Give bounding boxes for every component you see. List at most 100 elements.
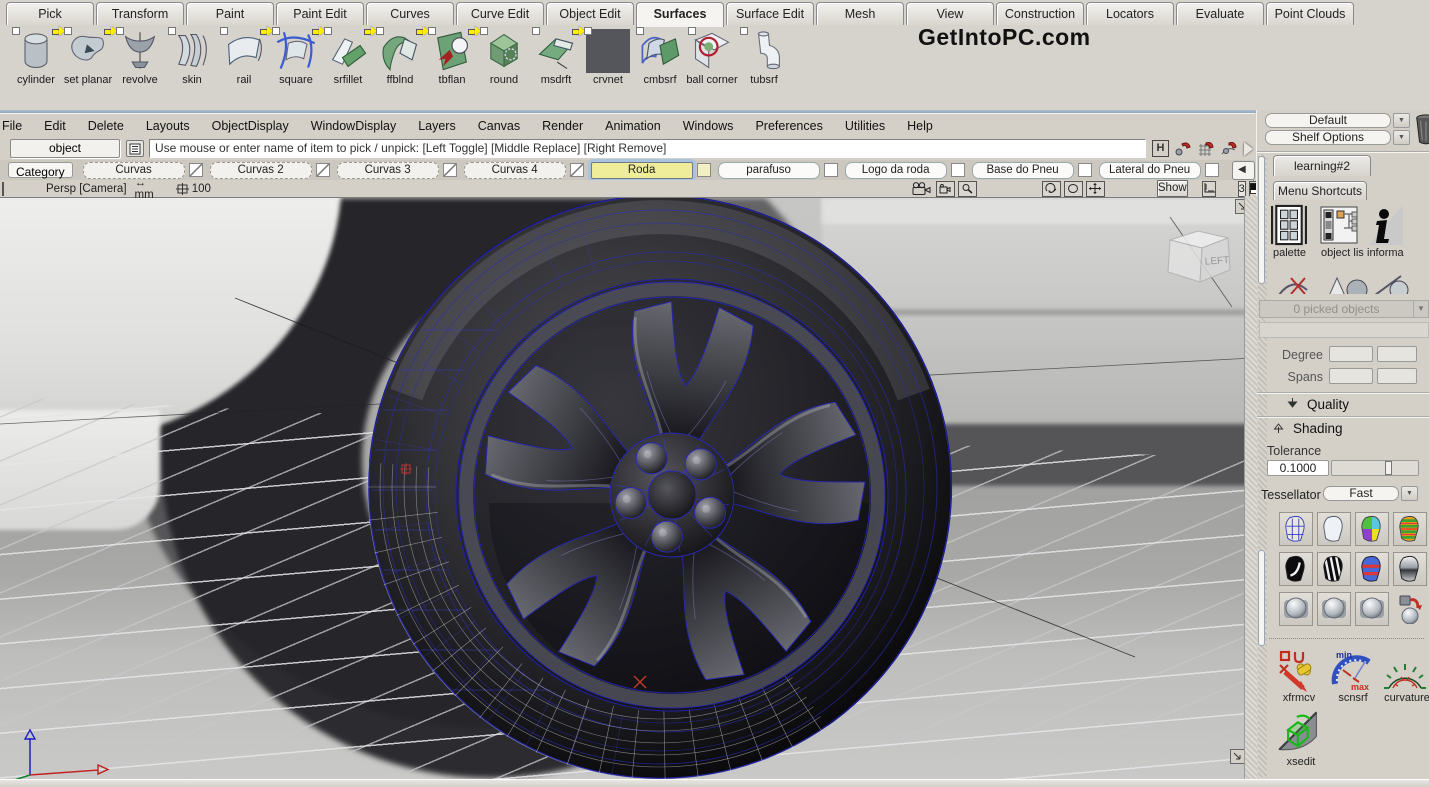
tool-ffblnd[interactable]: ffblnd [374,27,426,107]
menu-layouts[interactable]: Layouts [135,119,201,133]
option-box[interactable] [168,27,176,35]
menu-help[interactable]: Help [896,119,944,133]
xsedit-tool[interactable]: xsedit [1275,706,1327,768]
view-cube[interactable]: LEFT [1158,222,1240,290]
shade-white-button[interactable] [1317,512,1351,546]
option-box[interactable] [324,27,332,35]
menu-shortcuts-tab[interactable]: Menu Shortcuts [1273,181,1367,200]
curvature-tool[interactable]: curvature [1383,648,1429,704]
tool-cmbsrf[interactable]: cmbsrf [634,27,686,107]
curve-magnet-icon[interactable] [1220,141,1238,157]
trash-icon[interactable] [1413,112,1429,146]
spray-render-button[interactable] [1393,592,1427,626]
tool-msdrft[interactable]: msdrft [530,27,582,107]
menu-render[interactable]: Render [531,119,594,133]
quality-header[interactable]: Quality [1307,397,1349,412]
shelf-tab-pick[interactable]: Pick [6,2,94,25]
tolerance-input[interactable]: 0.1000 [1267,460,1329,476]
option-box[interactable] [116,27,124,35]
menu-animation[interactable]: Animation [594,119,672,133]
shelf-tab-mesh[interactable]: Mesh [816,2,904,25]
degree-input-1[interactable] [1329,346,1373,362]
tool-ball-corner[interactable]: ball corner [686,27,738,107]
wheel-model[interactable] [360,198,960,779]
viewport-resize-icon[interactable] [1230,749,1245,764]
camera-lock-icon[interactable] [936,181,955,197]
option-box[interactable] [12,27,20,35]
menu-delete[interactable]: Delete [77,119,135,133]
option-box[interactable] [480,27,488,35]
option-box[interactable] [740,27,748,35]
tool-cylinder[interactable]: cylinder [10,27,62,107]
layer-curvas-4[interactable]: Curvas 4 [464,162,566,179]
shade-zebra-button[interactable] [1317,552,1351,586]
expand-arrow-icon[interactable] [1273,422,1284,433]
xfrmcv-tool[interactable]: xfrmcv [1275,648,1323,704]
shade-black-button[interactable] [1279,552,1313,586]
shelf-options-arrow[interactable]: ▼ [1393,130,1410,145]
tool-set-planar[interactable]: set planar [62,27,114,107]
collapse-arrow-icon[interactable] [1287,398,1298,409]
layer-scroll-buttons[interactable]: ◀ ▶ [1232,161,1255,180]
layer-roda-selected[interactable]: Roda [591,162,693,179]
shade-sphere-button-2[interactable] [1317,592,1351,626]
menu-preferences[interactable]: Preferences [744,119,833,133]
layer-toggle-icon[interactable] [570,163,584,177]
shelf-tab-paint-edit[interactable]: Paint Edit [276,2,364,25]
tolerance-slider-thumb[interactable] [1385,461,1392,475]
category-button[interactable]: Category [8,162,73,178]
menu-layers[interactable]: Layers [407,119,467,133]
shelf-tab-paint[interactable]: Paint [186,2,274,25]
shelf-options-select[interactable]: Shelf Options [1265,130,1391,145]
tool-square[interactable]: square [270,27,322,107]
tool-rail[interactable]: rail [218,27,270,107]
option-box[interactable] [272,27,280,35]
option-box[interactable] [428,27,436,35]
menu-file[interactable]: File [0,119,33,133]
shelf-tab-construction[interactable]: Construction [996,2,1084,25]
shelf-tab-curve-edit[interactable]: Curve Edit [456,2,544,25]
twist-icon[interactable] [1042,181,1061,197]
shade-wireframe-button[interactable] [1279,512,1313,546]
shade-patches-button[interactable] [1355,512,1389,546]
palette-item[interactable]: palette [1271,203,1311,259]
layer-curvas-3[interactable]: Curvas 3 [337,162,439,179]
picked-objects-field[interactable]: 0 picked objects [1259,300,1413,318]
layer-logo-da-roda[interactable]: Logo da roda [845,162,947,179]
layer-lateral-do-pneu[interactable]: Lateral do Pneu [1099,162,1201,179]
zoom-icon[interactable] [958,181,977,197]
look-at-icon[interactable] [1064,181,1083,197]
degree-input-2[interactable] [1377,346,1417,362]
shelf-tab-evaluate[interactable]: Evaluate [1176,2,1264,25]
option-box[interactable] [584,27,592,35]
shelf-tab-curves[interactable]: Curves [366,2,454,25]
grid-magnet-icon[interactable] [1197,141,1215,157]
option-box[interactable] [64,27,72,35]
camera-icon[interactable] [911,182,933,196]
history-icon[interactable]: H [1152,140,1169,157]
layer-toggle-icon[interactable] [951,163,965,177]
layer-parafuso[interactable]: parafuso [718,162,820,179]
menu-windows[interactable]: Windows [672,119,745,133]
menu-canvas[interactable]: Canvas [467,119,531,133]
tolerance-slider[interactable] [1331,460,1419,476]
shelf-select-arrow[interactable]: ▼ [1393,113,1410,128]
layer-toggle-icon[interactable] [189,163,203,177]
shade-blue-stripe-button[interactable] [1355,552,1389,586]
pick-mode-select[interactable]: object [10,139,120,158]
tessellator-select[interactable]: Fast [1323,486,1399,501]
shade-sphere-button-3[interactable] [1355,592,1389,626]
tool-tbflan[interactable]: tbflan [426,27,478,107]
tool-srfillet[interactable]: srfillet [322,27,374,107]
scroll-thumb[interactable] [1258,550,1265,646]
show-button[interactable]: Show [1157,180,1188,197]
shade-stripes-button[interactable] [1393,512,1427,546]
pan-icon[interactable] [1086,181,1105,197]
shelf-tab-point-clouds[interactable]: Point Clouds [1266,2,1354,25]
picked-objects-arrow[interactable]: ▼ [1413,300,1429,318]
prompt-play-icon[interactable] [1244,142,1253,156]
scnsrf-tool[interactable]: minmax scnsrf [1329,648,1377,704]
menu-windowdisplay[interactable]: WindowDisplay [300,119,407,133]
shelf-page-tab[interactable]: learning#2 [1273,155,1371,176]
scroll-thumb[interactable] [1258,156,1265,284]
